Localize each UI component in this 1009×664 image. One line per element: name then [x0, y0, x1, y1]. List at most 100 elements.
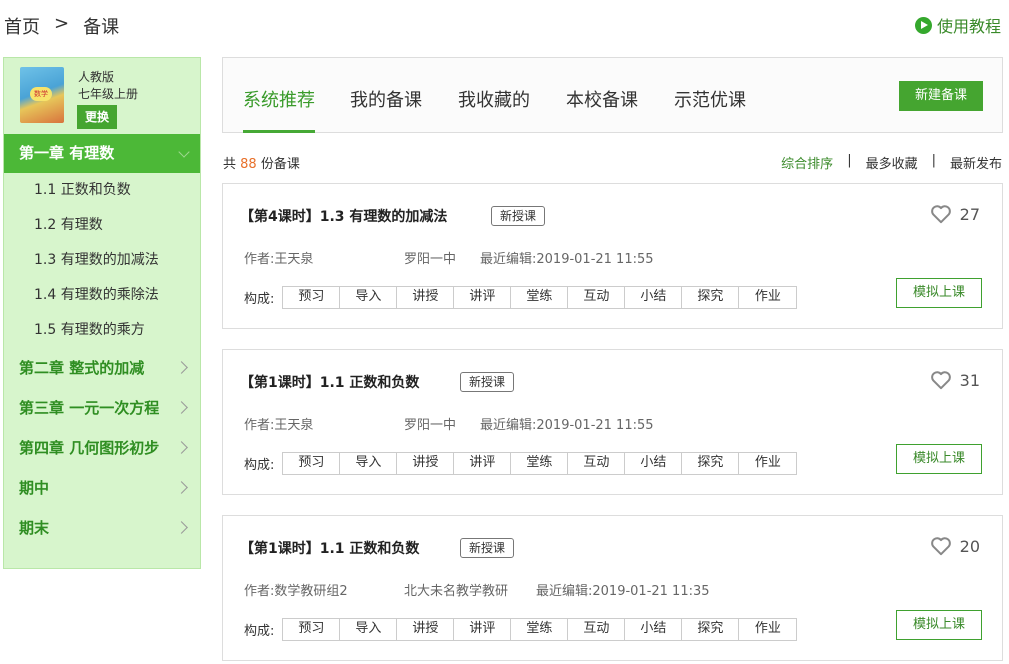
- simulate-class-button[interactable]: 模拟上课: [896, 444, 982, 474]
- segment-summary: 小结: [625, 453, 683, 474]
- tutorial-link[interactable]: 使用教程: [914, 13, 1001, 37]
- sidebar-lesson[interactable]: 1.2 有理数: [4, 208, 200, 243]
- chevron-right-icon: [175, 521, 188, 534]
- heart-icon: [930, 205, 951, 224]
- composition-segments: 预习 导入 讲授 讲评 堂练 互动 小结 探究 作业: [282, 618, 798, 641]
- lesson-title[interactable]: 【第1课时】1.1 正数和负数: [240, 538, 419, 558]
- segment-intro: 导入: [340, 453, 398, 474]
- book-cover-image: 数学: [20, 67, 64, 123]
- segment-explore: 探究: [682, 287, 740, 308]
- tab-demo-lessons[interactable]: 示范优课: [674, 86, 746, 112]
- tab-system-recommend[interactable]: 系统推荐: [243, 86, 315, 112]
- simulate-class-button[interactable]: 模拟上课: [896, 610, 982, 640]
- simulate-class-button[interactable]: 模拟上课: [896, 278, 982, 308]
- sidebar-lesson[interactable]: 1.3 有理数的加减法: [4, 243, 200, 278]
- sidebar-chapter[interactable]: 第二章 整式的加减: [4, 348, 200, 388]
- chapter-label: 第三章 一元一次方程: [19, 399, 160, 417]
- segment-preview: 预习: [283, 287, 341, 308]
- segment-intro: 导入: [340, 287, 398, 308]
- favorite-count: 27: [959, 204, 980, 224]
- segment-review: 讲评: [454, 287, 512, 308]
- lesson-card: 【第4课时】1.3 有理数的加减法 新授课 27 作者:王天泉 罗阳一中 最近编…: [222, 183, 1003, 329]
- segment-interact: 互动: [568, 453, 626, 474]
- tab-school-lessons[interactable]: 本校备课: [566, 86, 638, 112]
- breadcrumb-current: 备课: [83, 17, 120, 38]
- lesson-edited-time: 最近编辑:2019-01-21 11:35: [536, 584, 710, 599]
- heart-icon: [930, 371, 951, 390]
- chapter-label: 期中: [19, 479, 50, 497]
- sidebar: 数学 人教版 七年级上册 更换 第一章 有理数 1.1 正数和负数 1.2 有理…: [3, 57, 201, 569]
- sidebar-lesson[interactable]: 1.1 正数和负数: [4, 173, 200, 208]
- favorite-count: 20: [959, 536, 980, 556]
- lesson-edited-time: 最近编辑:2019-01-21 11:55: [480, 252, 654, 267]
- segment-summary: 小结: [625, 287, 683, 308]
- tab-my-favorites[interactable]: 我收藏的: [458, 86, 530, 112]
- lesson-edited-time: 最近编辑:2019-01-21 11:55: [480, 418, 654, 433]
- sidebar-chapter[interactable]: 期中: [4, 468, 200, 508]
- chapter-label: 第二章 整式的加减: [19, 359, 145, 377]
- chevron-right-icon: [175, 441, 188, 454]
- breadcrumb-separator: >: [54, 13, 70, 34]
- tabs-panel: 系统推荐 我的备课 我收藏的 本校备课 示范优课 新建备课: [222, 57, 1003, 133]
- book-cover-title: 数学: [30, 87, 52, 101]
- favorite-button[interactable]: 20: [930, 536, 980, 556]
- lesson-school: 罗阳一中: [404, 252, 457, 267]
- composition-label: 构成:: [244, 624, 275, 639]
- segment-teach: 讲授: [397, 453, 455, 474]
- lesson-author: 作者:王天泉: [244, 418, 314, 433]
- segment-practice: 堂练: [511, 619, 569, 640]
- segment-intro: 导入: [340, 619, 398, 640]
- segment-homework: 作业: [754, 289, 781, 304]
- lesson-count: 共 88 份备课: [223, 153, 300, 172]
- lesson-school: 北大未名教学教研: [404, 584, 509, 599]
- tab-my-lessons[interactable]: 我的备课: [350, 86, 422, 112]
- lesson-author: 作者:王天泉: [244, 252, 314, 267]
- sort-comprehensive[interactable]: 综合排序: [781, 153, 833, 172]
- lesson-title[interactable]: 【第1课时】1.1 正数和负数: [240, 372, 419, 392]
- count-value: 88: [240, 157, 257, 172]
- segment-preview: 预习: [283, 619, 341, 640]
- sidebar-chapter[interactable]: 第四章 几何图形初步: [4, 428, 200, 468]
- breadcrumb-home[interactable]: 首页: [4, 13, 40, 39]
- sidebar-chapter[interactable]: 第三章 一元一次方程: [4, 388, 200, 428]
- count-suffix: 份备课: [260, 157, 300, 172]
- segment-practice: 堂练: [511, 453, 569, 474]
- chevron-down-icon: [178, 146, 190, 158]
- segment-review: 讲评: [454, 619, 512, 640]
- book-grade: 七年级上册: [78, 87, 139, 101]
- sort-separator: |: [931, 153, 936, 168]
- segment-explore: 探究: [682, 453, 740, 474]
- lesson-type-badge: 新授课: [460, 372, 515, 392]
- favorite-button[interactable]: 31: [930, 370, 980, 390]
- favorite-count: 31: [959, 370, 980, 390]
- sort-most-favorites[interactable]: 最多收藏: [866, 153, 918, 172]
- count-prefix: 共: [223, 157, 237, 172]
- lesson-title[interactable]: 【第4课时】1.3 有理数的加减法: [240, 206, 447, 226]
- segment-interact: 互动: [568, 287, 626, 308]
- heart-icon: [930, 537, 951, 556]
- sidebar-lesson[interactable]: 1.5 有理数的乘方: [4, 313, 200, 348]
- lesson-card: 【第1课时】1.1 正数和负数 新授课 31 作者:王天泉 罗阳一中 最近编辑:…: [222, 349, 1003, 495]
- tutorial-label: 使用教程: [936, 17, 1001, 36]
- lesson-card: 【第1课时】1.1 正数和负数 新授课 20 作者:数学教研组2 北大未名教学教…: [222, 515, 1003, 661]
- segment-preview: 预习: [283, 453, 341, 474]
- sidebar-lesson[interactable]: 1.4 有理数的乘除法: [4, 278, 200, 313]
- chapter-label: 第一章 有理数: [19, 144, 115, 162]
- segment-interact: 互动: [568, 619, 626, 640]
- active-tab-indicator: [243, 130, 315, 133]
- segment-teach: 讲授: [397, 287, 455, 308]
- breadcrumb: 首页 > 备课: [4, 13, 119, 39]
- sort-options: 综合排序 | 最多收藏 | 最新发布: [781, 153, 1002, 172]
- segment-practice: 堂练: [511, 287, 569, 308]
- lesson-type-badge: 新授课: [460, 538, 515, 558]
- change-book-button[interactable]: 更换: [77, 105, 117, 129]
- new-lesson-button[interactable]: 新建备课: [899, 81, 983, 111]
- favorite-button[interactable]: 27: [930, 204, 980, 224]
- segment-explore: 探究: [682, 619, 740, 640]
- segment-summary: 小结: [625, 619, 683, 640]
- lesson-composition: 构成: 预习 导入 讲授 讲评 堂练 互动 小结 探究 作业: [244, 452, 798, 475]
- sidebar-chapter-active[interactable]: 第一章 有理数: [4, 134, 200, 173]
- sort-newest[interactable]: 最新发布: [950, 153, 1002, 172]
- segment-review: 讲评: [454, 453, 512, 474]
- sidebar-chapter[interactable]: 期末: [4, 508, 200, 548]
